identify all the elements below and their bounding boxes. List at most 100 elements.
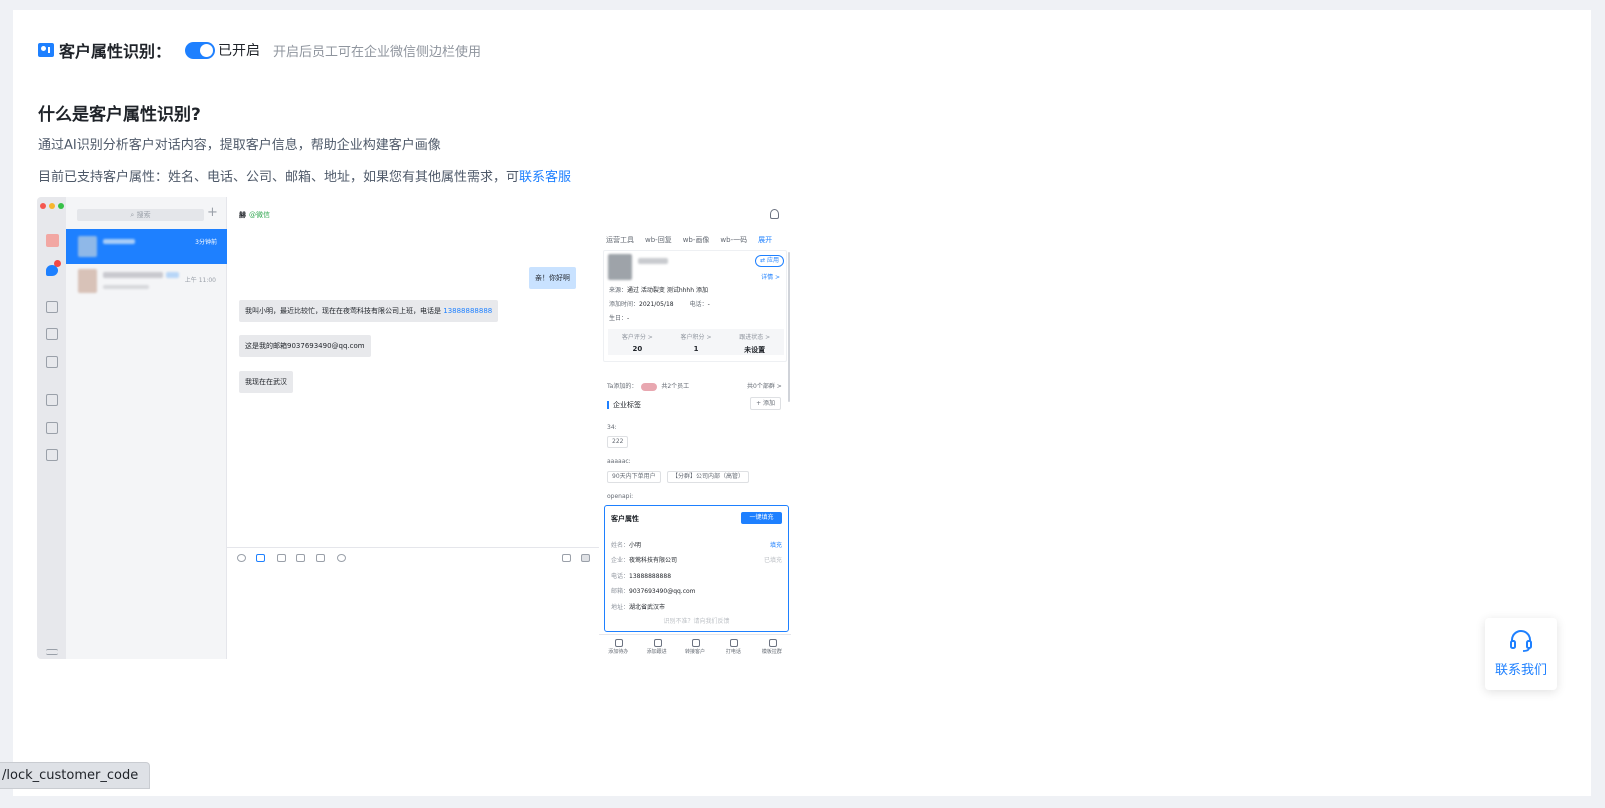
demo-scrollbar [788,252,790,402]
demo-attr-row: 邮箱：9037693490@qq.com [611,586,696,595]
contact-us-label: 联系我们 [1494,663,1547,678]
demo-tab-portrait: wb-画像 [682,236,710,244]
image-icon [277,554,286,562]
demo-action: 模板拉群 [753,635,791,659]
demo-customer-attributes-panel: 客户属性 一键填充 姓名：小明 填充 企业：夜莺科技有限公司 已填充 电话：13… [604,505,789,632]
demo-stat-value: 20 [632,345,643,353]
blurred-tag [166,272,179,278]
sidebar-toggle-icon [581,554,590,562]
demo-chat-time-2: 上午 11:00 [184,277,216,284]
demo-use-button: ⇄ 应用 [755,255,784,267]
demo-attr-feedback: 识别不准？请向我们反馈 [663,618,730,625]
demo-source-line: 来源：通过 活动裂变 测试hhhh 添加 [609,285,708,294]
demo-screenshot: ⌕ 搜索 + 3分钟前 上午 11:00 赫 @微信 亲！你好啊 我叫小明，最近比… [37,197,791,659]
demo-message-out: 亲！你好啊 [529,267,576,289]
demo-conversation-list: ⌕ 搜索 + 3分钟前 上午 11:00 [66,197,227,659]
demo-tab-ops: 运营工具 [606,236,634,244]
plus-icon: + [207,205,218,220]
demo-customer-card: ⇄ 应用 详情 > 来源：通过 活动裂变 测试hhhh 添加 添加时间：2021… [603,250,787,362]
demo-conversation-selected: 3分钟前 [66,229,227,264]
demo-attr-filled-status: 已填充 [763,557,782,564]
staff-avatars [641,382,658,391]
org-icon [46,301,58,313]
demo-conversation-item: 上午 11:00 [66,267,227,299]
demo-attr-label: 地址： [611,604,630,611]
demo-action: 添加待办 [599,635,637,659]
toggle-knob [200,43,214,57]
calendar-icon [46,328,58,340]
demo-fill-all-button: 一键填充 [741,512,782,524]
demo-added-by-line: Ta添加的： 共2个员工 [607,381,689,391]
demo-stats: 客户评分 > 20 客户积分 > 1 跟进状态 > 未设置 [608,329,784,355]
demo-tag-section-title: 企业标签 [607,401,641,409]
demo-tag: 222 [607,436,629,448]
blurred-name [638,258,668,264]
demo-attr-fill-link: 填充 [769,542,782,549]
demo-chat-panel: 赫 @微信 亲！你好啊 我叫小明，最近比较忙，现在在夜莺科技有限公司上班，电话是 … [227,197,599,659]
blurred-avatar [78,269,97,293]
demo-attr-value: 9037693490@qq.com [629,588,696,595]
demo-attr-value: 13888888888 [629,573,672,580]
toggle-hint: 开启后员工可在企业微信侧边栏使用 [273,44,482,60]
demo-attr-title: 客户属性 [611,515,639,523]
demo-detail-link: 详情 > [761,274,780,281]
demo-tag-add-button: + 添加 [750,397,781,410]
demo-tab-reply: wb-回复 [645,236,672,244]
demo-tag-group-openapi: openapi: [607,493,634,500]
demo-attr-value: 夜莺科技有限公司 [629,557,678,564]
demo-birthday-line: 生日：- [609,313,629,322]
demo-addtime-label: 添加时间： [609,301,640,308]
scissors-icon [256,554,265,562]
blurred-name [103,239,135,244]
feature-toggle-row: 客户属性识别： 已开启 开启后员工可在企业微信侧边栏使用 [38,38,481,62]
demo-stat-label: 客户积分 > [680,334,712,341]
demo-search-box: ⌕ 搜索 [77,209,204,221]
demo-sidebar-tabs: 运营工具 wb-回复 wb-画像 wb-一码 展开 [606,235,772,245]
demo-action: 打电话 [714,635,752,659]
blurred-name [103,272,163,278]
demo-message-text: 我叫小明，最近比较忙，现在在夜莺科技有限公司上班，电话是 [245,307,444,315]
demo-action: 转接客户 [676,635,714,659]
contact-support-link[interactable]: 联系客服 [519,170,571,185]
demo-attr-row: 电话：13888888888 [611,571,671,580]
demo-tag: 90天内下单用户 [607,471,661,483]
demo-chat-time-1: 3分钟前 [195,239,217,246]
demo-message-phone: 13888888888 [443,307,493,315]
demo-attr-value: 湖北省武汉市 [629,604,666,611]
demo-attr-row: 企业：夜莺科技有限公司 [611,555,677,564]
demo-staff-count: 共2个员工 [661,383,690,390]
window-close-dot [40,203,46,209]
feature-toggle-switch[interactable] [185,41,216,59]
supported-attributes-text: 目前已支持客户属性：姓名、电话、公司、邮箱、地址，如果您有其他属性需求，可联系客… [38,166,571,185]
demo-source-label: 来源： [609,287,628,294]
intro-description: 通过AI识别分析客户对话内容，提取客户信息，帮助企业构建客户画像 [38,138,441,153]
menu-icon [46,649,58,655]
window-zoom-dot [58,203,64,209]
demo-tab-code: wb-一码 [720,236,748,244]
demo-message-name-company-phone: 我叫小明，最近比较忙，现在在夜莺科技有限公司上班，电话是 13888888888 [239,300,499,322]
emoji-icon [237,554,246,562]
video-icon [562,554,571,562]
toggle-status-label: 已开启 [218,43,261,59]
demo-stat-label: 客户评分 > [621,334,653,341]
demo-phone-value: - [707,301,710,308]
blurred-avatar [78,236,97,257]
contact-us-button[interactable]: 联系我们 [1485,618,1557,690]
demo-message-location: 我现在在武汉 [239,371,293,393]
demo-chat-toolbar [227,547,599,569]
demo-attr-label: 电话： [611,573,630,580]
feature-title: 客户属性识别： [59,42,172,61]
demo-action: 添加跟进 [637,635,675,659]
link-status-bar: /lock_customer_code [0,762,151,789]
demo-added-by-label: Ta添加的： [607,383,638,390]
demo-stat-value: 1 [693,345,699,353]
demo-stat: 客户积分 > 1 [667,329,726,355]
demo-stat-value: 未设置 [744,346,766,354]
demo-app-rail [37,197,66,659]
blurred-avatar [608,254,632,280]
demo-attr-label: 邮箱： [611,588,630,595]
demo-source-value: 通过 活动裂变 测试hhhh 添加 [627,287,708,294]
workbench-icon [46,422,58,434]
demo-birthday-value: - [627,315,630,322]
demo-customer-sidebar: 运营工具 wb-回复 wb-画像 wb-一码 展开 ⇄ 应用 详情 > 来源：通… [599,197,791,659]
